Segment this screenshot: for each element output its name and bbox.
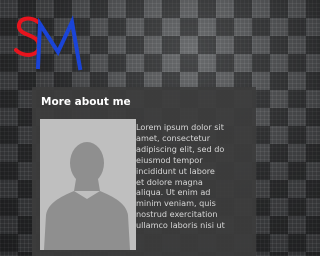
site-logo[interactable] [14,12,86,72]
sm-logo-icon [14,15,83,71]
bio-line: amet, consectetur [136,132,211,143]
bio-line: ullamco laboris nisi ut [136,220,225,231]
bio-line: minim veniam, quis [136,198,216,209]
bio-text: Lorem ipsum dolor sit amet, consectetur … [136,122,254,231]
bio-line: Lorem ipsum dolor sit [136,122,224,132]
bio-line: adipiscing elit, sed do [136,143,225,154]
widget-title: More about me [41,96,131,108]
person-silhouette-icon [40,119,136,250]
bio-line: eiusmod tempor [136,154,203,165]
bio-line: aliqua. Ut enim ad [136,187,211,198]
profile-avatar [40,119,136,250]
bio-line: et dolore magna [136,176,203,187]
bio-line: nostrud exercitation [136,209,218,220]
about-me-widget: More about me Lorem ipsum dolor sit amet… [32,87,256,256]
bio-line: incididunt ut labore [136,165,215,176]
